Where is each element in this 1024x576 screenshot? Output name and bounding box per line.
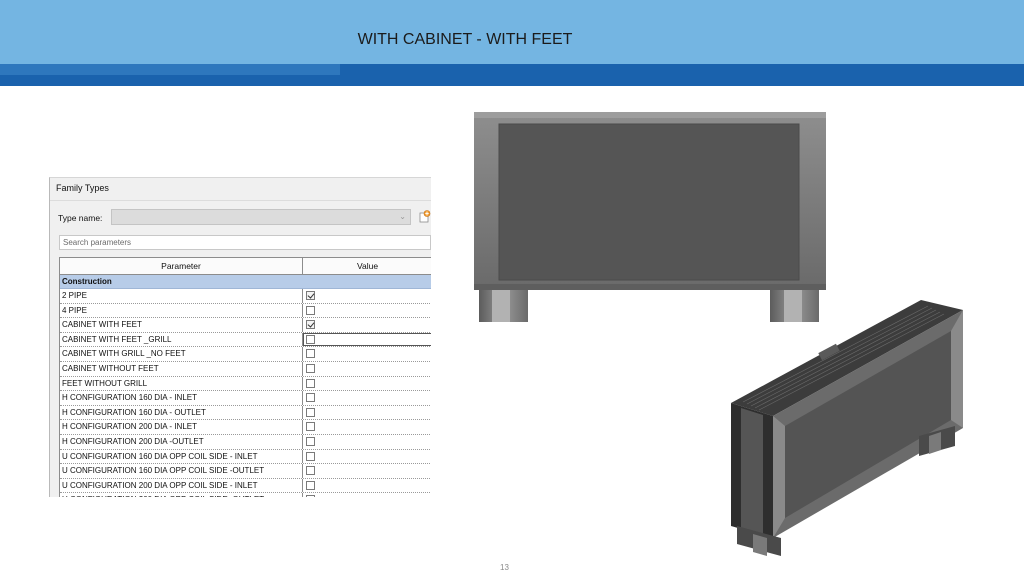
header-stripe-accent xyxy=(0,64,340,75)
parameter-checkbox[interactable] xyxy=(306,349,315,359)
parameter-value-cell[interactable] xyxy=(303,304,431,318)
parameter-name: FEET WITHOUT GRILL xyxy=(60,376,303,391)
parameter-name: H CONFIGURATION 200 DIA - INLET xyxy=(60,420,303,434)
parameter-checkbox[interactable] xyxy=(306,320,315,330)
parameter-value-cell[interactable] xyxy=(303,406,431,420)
parameter-value-cell[interactable] xyxy=(303,332,431,347)
parameter-value-cell[interactable] xyxy=(303,318,431,332)
parameter-name: CABINET WITH GRILL _NO FEET xyxy=(60,347,303,361)
group-row-construction[interactable]: Construction xyxy=(60,275,431,289)
parameter-checkbox[interactable] xyxy=(306,291,315,300)
unit-isometric-view-image xyxy=(731,300,963,556)
parameter-name: 2 PIPE xyxy=(60,289,303,303)
parameter-name: CABINET WITH FEET _GRILL xyxy=(60,332,303,347)
dialog-title-separator xyxy=(50,200,431,201)
type-name-label: Type name: xyxy=(58,213,103,223)
unit-front-view-image xyxy=(474,112,826,322)
search-parameters-input[interactable]: Search parameters xyxy=(59,235,431,250)
type-name-select[interactable]: ⌄ xyxy=(111,209,411,225)
table-row[interactable]: 2 PIPE xyxy=(60,289,431,304)
parameter-name: U CONFIGURATION 200 DIA OPP COIL SIDE - … xyxy=(60,478,303,493)
parameter-checkbox[interactable] xyxy=(306,480,315,490)
parameter-value-cell[interactable] xyxy=(303,362,431,376)
column-header-value[interactable]: Value xyxy=(303,258,431,274)
column-header-parameter[interactable]: Parameter xyxy=(60,258,303,274)
table-row[interactable]: 4 PIPE xyxy=(60,303,431,319)
parameter-checkbox[interactable] xyxy=(306,378,315,388)
parameter-value-cell[interactable] xyxy=(303,289,431,303)
parameter-name: H CONFIGURATION 200 DIA -OUTLET xyxy=(60,434,303,449)
parameter-checkbox[interactable] xyxy=(306,451,315,461)
table-row[interactable]: CABINET WITH FEET _GRILL xyxy=(60,332,431,348)
table-row[interactable]: H CONFIGURATION 160 DIA - INLET xyxy=(60,391,431,406)
parameter-name: U CONFIGURATION 160 DIA OPP COIL SIDE - … xyxy=(60,449,303,464)
table-row[interactable]: H CONFIGURATION 160 DIA - OUTLET xyxy=(60,405,431,421)
parameter-value-cell[interactable] xyxy=(303,435,431,449)
table-row[interactable]: U CONFIGURATION 200 DIA OPP COIL SIDE -O… xyxy=(60,493,431,497)
table-row[interactable]: CABINET WITH FEET xyxy=(60,318,431,333)
family-types-dialog: Family Types Type name: ⌄ Search paramet… xyxy=(49,177,431,497)
parameter-name: 4 PIPE xyxy=(60,303,303,318)
parameter-value-cell[interactable] xyxy=(303,377,431,391)
page-number: 13 xyxy=(500,563,509,572)
parameter-value-cell[interactable] xyxy=(303,420,431,434)
parameter-name: H CONFIGURATION 160 DIA - OUTLET xyxy=(60,405,303,420)
slide-title: WITH CABINET - WITH FEET xyxy=(357,31,573,48)
parameter-value-cell[interactable] xyxy=(303,391,431,405)
parameter-name: CABINET WITHOUT FEET xyxy=(60,361,303,376)
parameter-checkbox[interactable] xyxy=(306,495,315,497)
parameter-checkbox[interactable] xyxy=(306,334,315,344)
parameter-name: U CONFIGURATION 200 DIA OPP COIL SIDE -O… xyxy=(60,493,303,497)
parameter-rows: 2 PIPE 4 PIPE CABINET WITH FEET CABINET WIT… xyxy=(60,289,431,497)
table-row[interactable]: CABINET WITH GRILL _NO FEET xyxy=(60,347,431,362)
grid-header: Parameter Value xyxy=(60,258,431,275)
table-row[interactable]: U CONFIGURATION 160 DIA OPP COIL SIDE - … xyxy=(60,449,431,465)
table-row[interactable]: U CONFIGURATION 160 DIA OPP COIL SIDE -O… xyxy=(60,464,431,479)
table-row[interactable]: H CONFIGURATION 200 DIA - INLET xyxy=(60,420,431,435)
table-row[interactable]: FEET WITHOUT GRILL xyxy=(60,376,431,392)
new-type-icon[interactable] xyxy=(418,210,431,223)
parameter-checkbox[interactable] xyxy=(306,422,315,432)
parameter-value-cell[interactable] xyxy=(303,479,431,493)
parameter-value-cell[interactable] xyxy=(303,464,431,478)
table-row[interactable]: U CONFIGURATION 200 DIA OPP COIL SIDE - … xyxy=(60,478,431,494)
parameter-checkbox[interactable] xyxy=(306,305,315,315)
parameter-name: CABINET WITH FEET xyxy=(60,318,303,332)
parameter-name: H CONFIGURATION 160 DIA - INLET xyxy=(60,391,303,405)
table-row[interactable]: H CONFIGURATION 200 DIA -OUTLET xyxy=(60,434,431,450)
parameter-value-cell[interactable] xyxy=(303,450,431,464)
parameter-checkbox[interactable] xyxy=(306,407,315,417)
parameter-name: U CONFIGURATION 160 DIA OPP COIL SIDE -O… xyxy=(60,464,303,478)
parameter-checkbox[interactable] xyxy=(306,466,315,476)
parameters-grid: Parameter Value Construction 2 PIPE 4 PIP… xyxy=(59,257,431,497)
chevron-down-icon[interactable]: ⌄ xyxy=(399,212,406,221)
parameter-checkbox[interactable] xyxy=(306,393,315,403)
parameter-checkbox[interactable] xyxy=(306,363,315,373)
parameter-value-cell[interactable] xyxy=(303,347,431,361)
dialog-title: Family Types xyxy=(56,183,109,193)
parameter-value-cell[interactable] xyxy=(303,493,431,497)
parameter-checkbox[interactable] xyxy=(306,436,315,446)
table-row[interactable]: CABINET WITHOUT FEET xyxy=(60,361,431,377)
